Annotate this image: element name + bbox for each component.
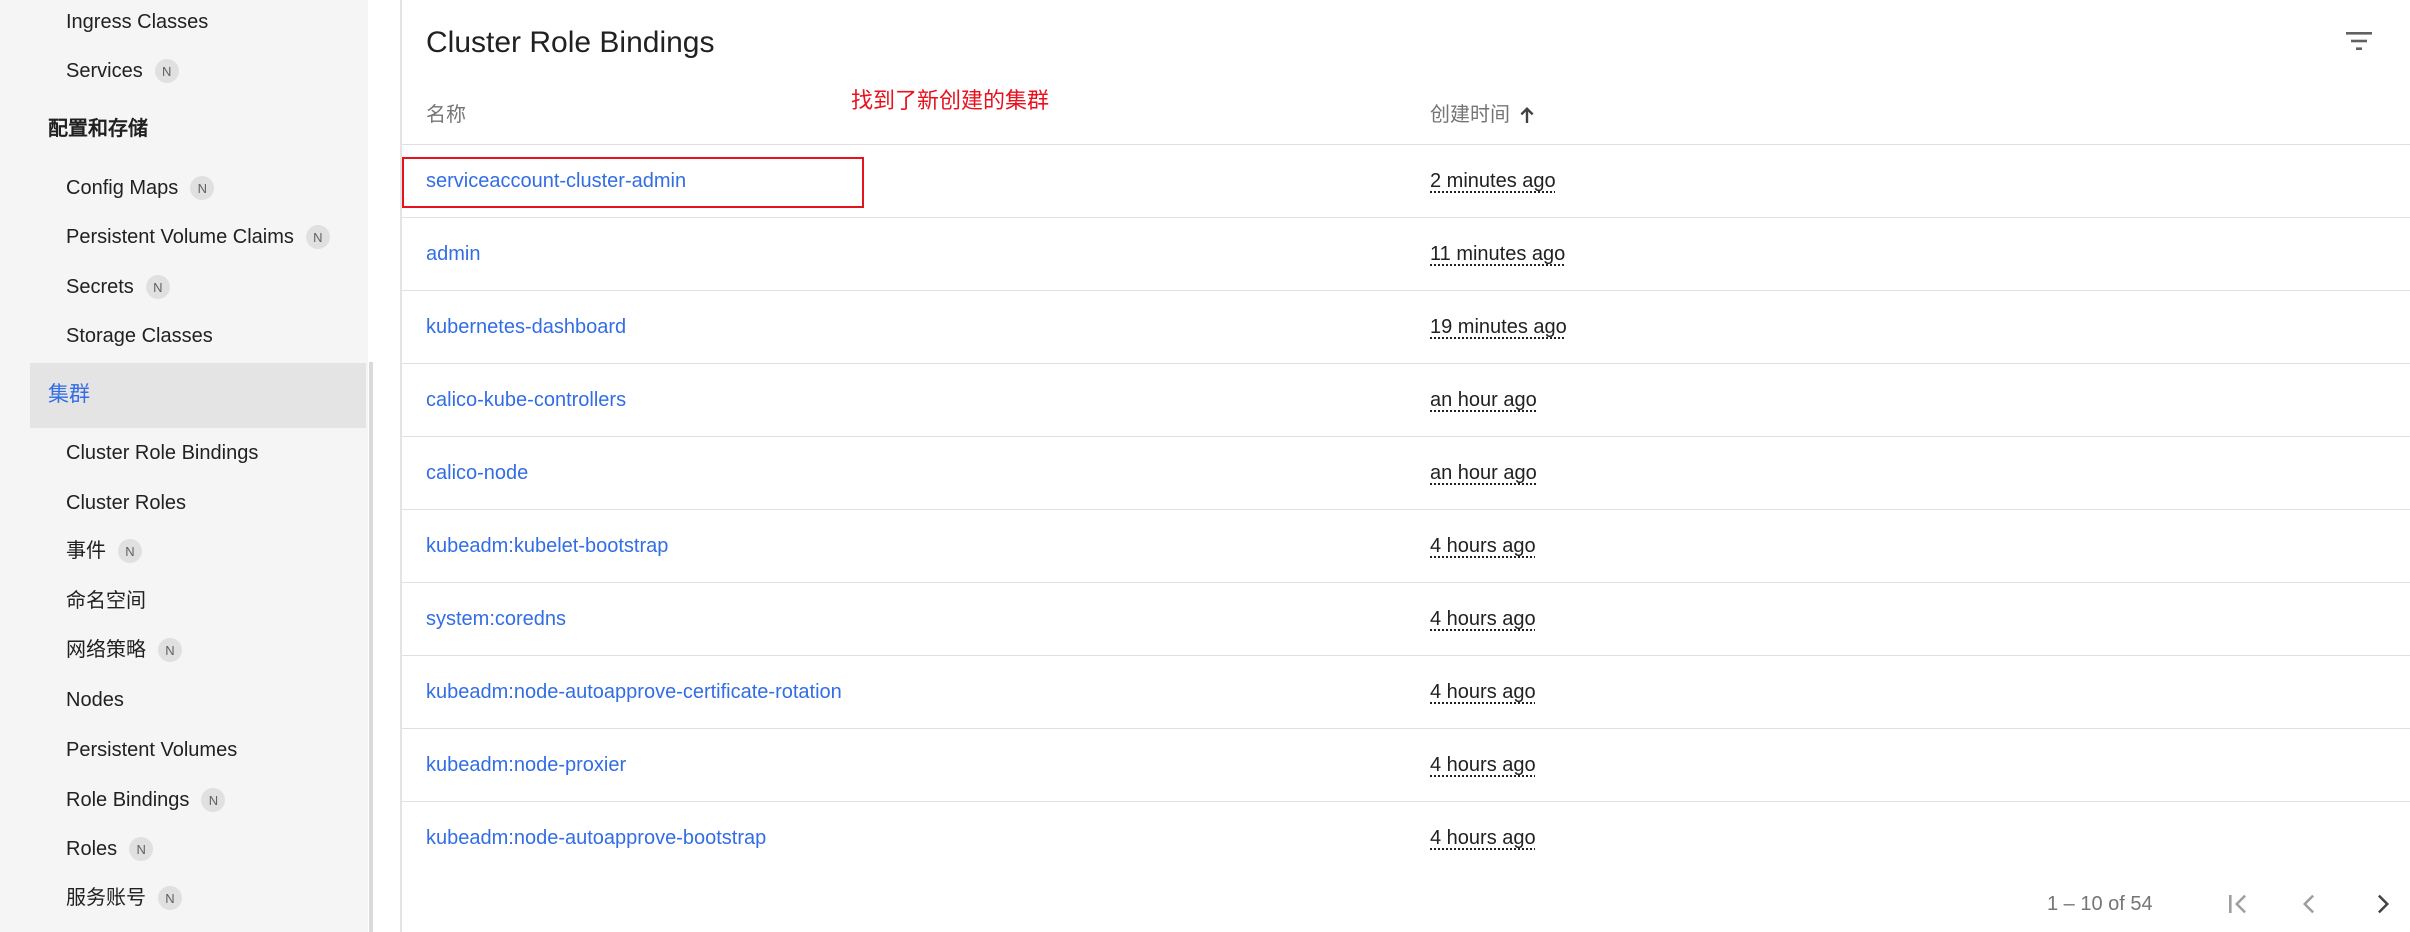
- sidebar-item-label: Persistent Volume Claims: [66, 226, 294, 248]
- binding-age: an hour ago: [1430, 389, 1537, 411]
- sidebar-item-events[interactable]: 事件 N: [66, 539, 142, 563]
- previous-page-button[interactable]: [2290, 884, 2330, 924]
- namespaced-badge: N: [145, 275, 170, 299]
- binding-name-link[interactable]: kubeadm:kubelet-bootstrap: [426, 534, 668, 558]
- table-row: kubernetes-dashboard 19 minutes ago: [402, 291, 2410, 364]
- binding-name-link[interactable]: kubeadm:node-autoapprove-certificate-rot…: [426, 680, 842, 704]
- sidebar-item-cluster-roles[interactable]: Cluster Roles: [66, 491, 186, 515]
- sidebar-item-label: Role Bindings: [66, 789, 190, 811]
- sidebar-item-label: 网络策略: [66, 639, 146, 661]
- sidebar-item-service-accounts[interactable]: 服务账号 N: [66, 886, 182, 910]
- binding-age: 11 minutes ago: [1430, 243, 1566, 265]
- sidebar-item-label: Nodes: [66, 689, 124, 711]
- annotation-note: 找到了新创建的集群: [851, 88, 1050, 113]
- namespaced-badge: N: [129, 837, 154, 861]
- binding-age: 4 hours ago: [1430, 827, 1536, 849]
- chevron-left-icon: [2303, 894, 2314, 914]
- binding-name-link[interactable]: kubernetes-dashboard: [426, 315, 626, 339]
- sidebar-item-role-bindings[interactable]: Role Bindings N: [66, 788, 226, 812]
- binding-name-link[interactable]: admin: [426, 242, 480, 266]
- binding-age: 2 minutes ago: [1430, 170, 1556, 192]
- table-row: kubeadm:node-autoapprove-certificate-rot…: [402, 656, 2410, 729]
- first-page-icon: [2229, 894, 2246, 914]
- chevron-right-icon: [2378, 894, 2389, 914]
- sidebar-item-label: Cluster Roles: [66, 492, 187, 514]
- sidebar-item-persistent-volume-claims[interactable]: Persistent Volume Claims N: [66, 225, 330, 249]
- table-row: calico-node an hour ago: [402, 437, 2410, 510]
- binding-name-link[interactable]: kubeadm:node-autoapprove-bootstrap: [426, 826, 766, 850]
- table-row: admin 11 minutes ago: [402, 218, 2410, 291]
- namespaced-badge: N: [158, 886, 182, 910]
- sidebar-section-config-storage[interactable]: 配置和存储: [48, 117, 148, 141]
- column-header-name[interactable]: 名称: [426, 103, 466, 127]
- highlight-annotation-box: [402, 157, 864, 208]
- binding-name-link[interactable]: calico-kube-controllers: [426, 388, 626, 412]
- sidebar-item-label: Cluster Role Bindings: [66, 442, 259, 464]
- first-page-button[interactable]: [2218, 884, 2258, 924]
- sidebar-scrollbar[interactable]: [369, 362, 373, 932]
- sidebar-item-label: Roles: [66, 838, 118, 860]
- sidebar-section-cluster-label[interactable]: 集群: [48, 383, 90, 407]
- sidebar-item-cluster-role-bindings[interactable]: Cluster Role Bindings: [66, 441, 258, 465]
- sidebar-item-roles[interactable]: Roles N: [66, 837, 154, 861]
- column-header-created[interactable]: 创建时间: [1430, 103, 1536, 127]
- sidebar-item-label: Persistent Volumes: [66, 739, 238, 761]
- namespaced-badge: N: [201, 788, 226, 812]
- table-row: kubeadm:kubelet-bootstrap 4 hours ago: [402, 510, 2410, 583]
- binding-age: 19 minutes ago: [1430, 316, 1567, 338]
- sidebar-item-label: Ingress Classes: [66, 11, 209, 33]
- namespaced-badge: N: [118, 539, 142, 563]
- binding-age: 4 hours ago: [1430, 608, 1536, 630]
- column-header-created-label: 创建时间: [1430, 104, 1510, 126]
- namespaced-badge: N: [158, 638, 182, 662]
- binding-age: 4 hours ago: [1430, 535, 1536, 557]
- sidebar-item-network-policies[interactable]: 网络策略 N: [66, 638, 182, 662]
- sidebar-item-storage-classes[interactable]: Storage Classes: [66, 324, 213, 348]
- sidebar-item-secrets[interactable]: Secrets N: [66, 275, 170, 299]
- sidebar-item-namespaces[interactable]: 命名空间: [66, 589, 146, 613]
- binding-age: 4 hours ago: [1430, 681, 1536, 703]
- next-page-button[interactable]: [2362, 884, 2402, 924]
- sidebar-item-label: Storage Classes: [66, 325, 213, 347]
- page-title: Cluster Role Bindings: [426, 26, 715, 59]
- sidebar-item-persistent-volumes[interactable]: Persistent Volumes: [66, 738, 237, 762]
- sidebar: Ingress Classes Services N 配置和存储 Config …: [0, 0, 368, 932]
- namespaced-badge: N: [305, 225, 330, 249]
- sort-ascending-icon[interactable]: [1518, 105, 1536, 125]
- binding-age: 4 hours ago: [1430, 754, 1536, 776]
- sidebar-item-label: 服务账号: [66, 887, 146, 909]
- sidebar-item-label: Secrets: [66, 276, 134, 298]
- sidebar-item-config-maps[interactable]: Config Maps N: [66, 176, 215, 200]
- sidebar-item-services[interactable]: Services N: [66, 59, 179, 83]
- sidebar-item-label: Services: [66, 60, 143, 82]
- sidebar-item-label: 事件: [66, 540, 106, 562]
- binding-name-link[interactable]: system:coredns: [426, 607, 566, 631]
- table-row: system:coredns 4 hours ago: [402, 583, 2410, 656]
- sidebar-item-nodes[interactable]: Nodes: [66, 688, 124, 712]
- binding-name-link[interactable]: calico-node: [426, 461, 528, 485]
- namespaced-badge: N: [190, 176, 215, 200]
- table-row: calico-kube-controllers an hour ago: [402, 364, 2410, 437]
- sidebar-item-ingress-classes[interactable]: Ingress Classes: [66, 10, 208, 34]
- table-row: kubeadm:node-proxier 4 hours ago: [402, 729, 2410, 802]
- main-content: Cluster Role Bindings 找到了新创建的集群 名称 创建时间 …: [402, 0, 2410, 932]
- filter-icon[interactable]: [2344, 28, 2374, 54]
- binding-name-link[interactable]: kubeadm:node-proxier: [426, 753, 626, 777]
- sidebar-item-label: 命名空间: [66, 590, 146, 612]
- table-row: kubeadm:node-autoapprove-bootstrap 4 hou…: [402, 802, 2410, 875]
- paginator-range-label: 1 – 10 of 54: [2047, 893, 2153, 915]
- namespaced-badge: N: [154, 59, 179, 83]
- binding-age: an hour ago: [1430, 462, 1537, 484]
- sidebar-item-label: Config Maps: [66, 177, 179, 199]
